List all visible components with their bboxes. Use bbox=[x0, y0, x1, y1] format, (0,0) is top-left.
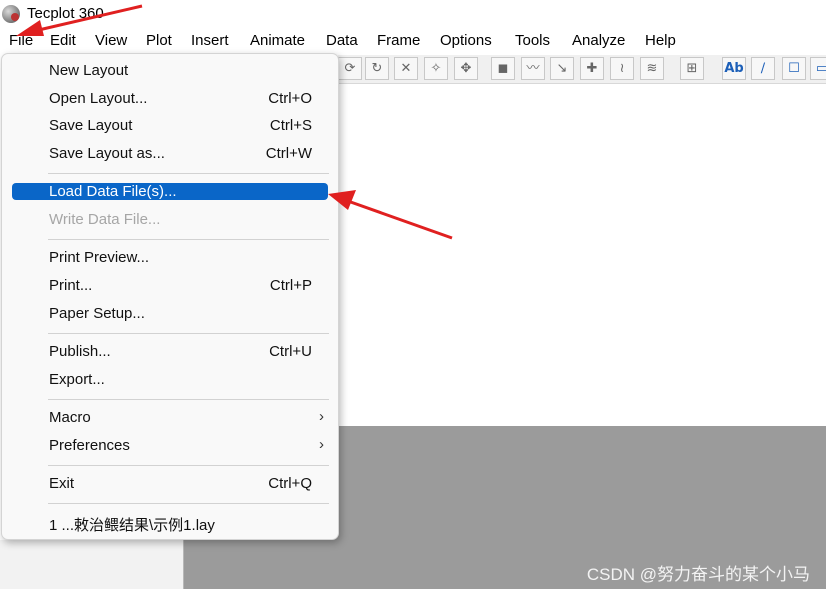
annotation-arrows bbox=[16, 4, 453, 240]
watermark-text: CSDN @努力奋斗的某个小马 bbox=[586, 565, 810, 584]
annotation-arrow-load-data bbox=[328, 190, 453, 240]
annotation-arrow-file bbox=[16, 4, 143, 36]
